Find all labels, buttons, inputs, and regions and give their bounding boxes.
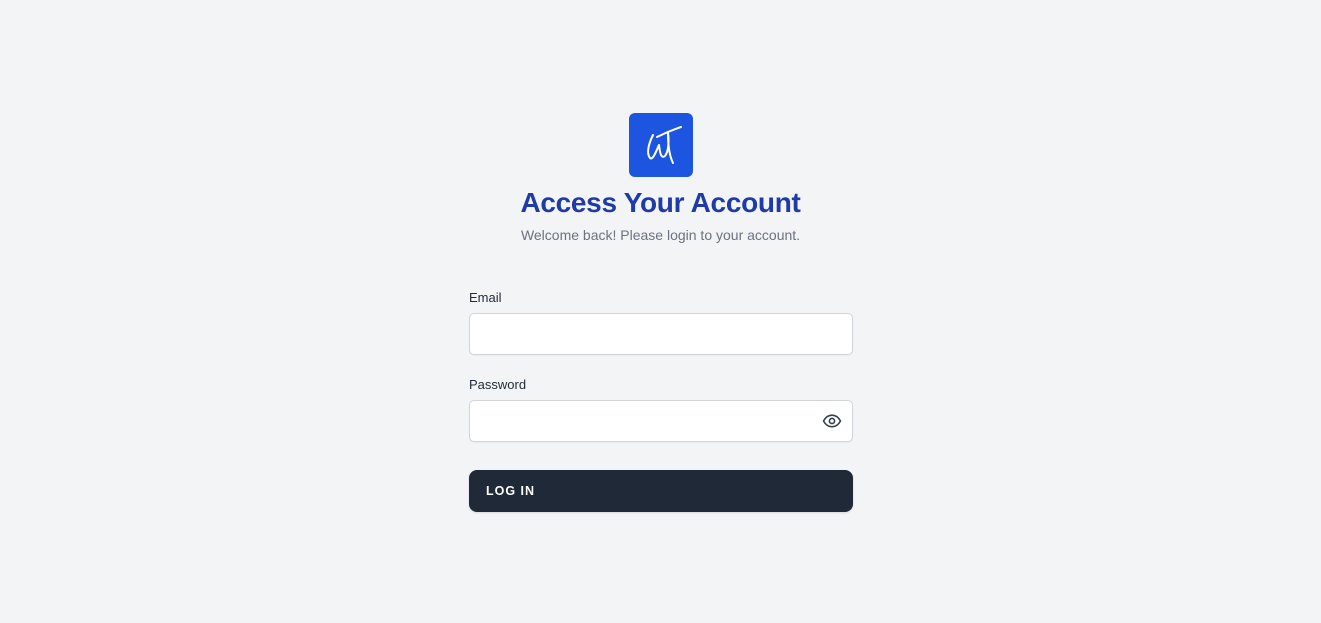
password-input[interactable] <box>469 400 853 442</box>
email-field-group: Email <box>469 290 853 355</box>
email-label: Email <box>469 290 502 305</box>
page-title: Access Your Account <box>520 187 801 218</box>
app-logo <box>629 113 693 177</box>
email-input-wrapper <box>469 313 853 355</box>
page-subtitle: Welcome back! Please login to your accou… <box>520 227 801 243</box>
password-field-group: Password <box>469 377 853 442</box>
login-button[interactable]: LOG IN <box>469 470 853 512</box>
login-form: Email Password LOG IN <box>469 290 853 512</box>
password-input-wrapper <box>469 400 853 442</box>
email-input[interactable] <box>469 313 853 355</box>
password-label: Password <box>469 377 527 392</box>
eye-icon <box>822 414 842 428</box>
signature-w-logo-icon <box>647 126 682 164</box>
show-password-toggle[interactable] <box>821 411 843 431</box>
